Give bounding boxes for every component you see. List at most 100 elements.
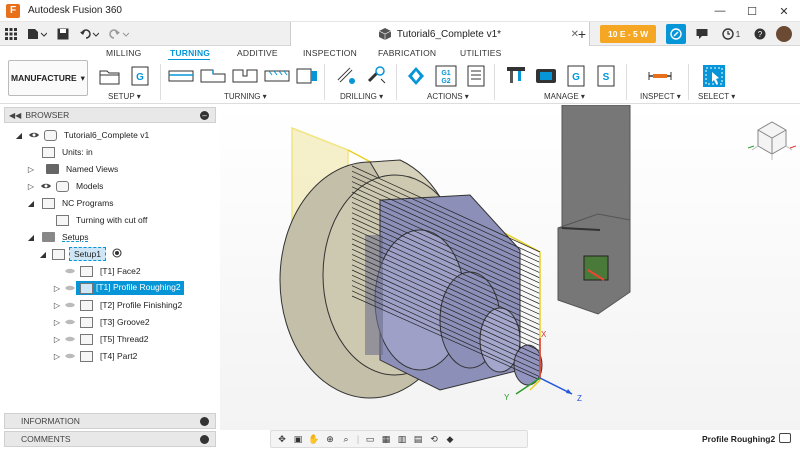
information-panel[interactable]: INFORMATION: [4, 413, 216, 429]
fit-icon[interactable]: ⌕: [339, 432, 353, 446]
turning-groove-icon[interactable]: [230, 64, 260, 88]
document-tab[interactable]: Tutorial6_Complete v1* ✕: [290, 22, 590, 46]
tab-additive[interactable]: ADDITIVE: [237, 48, 278, 58]
expanded-triangle-icon[interactable]: ◢: [14, 131, 24, 140]
user-avatar[interactable]: [776, 26, 792, 42]
minimize-button[interactable]: —: [704, 0, 736, 22]
collapsed-triangle-icon[interactable]: ▷: [26, 182, 36, 191]
file-menu-icon[interactable]: [22, 23, 52, 45]
tree-item-nc-programs[interactable]: ◢ NC Programs: [26, 195, 116, 211]
machine-library-icon[interactable]: [534, 64, 558, 88]
expanded-triangle-icon[interactable]: ◢: [26, 233, 36, 242]
simulate-icon[interactable]: [404, 64, 428, 88]
turning-face-icon[interactable]: [166, 64, 196, 88]
browser-collapse-icon[interactable]: ◀◀: [9, 111, 21, 120]
undo-icon[interactable]: [74, 23, 104, 45]
pan-hand-icon[interactable]: ✋: [307, 432, 321, 446]
visual-style-icon[interactable]: ◆: [443, 432, 457, 446]
help-icon[interactable]: ?: [750, 24, 770, 44]
maximize-button[interactable]: ☐: [736, 0, 768, 22]
setup-group-label[interactable]: SETUP ▾: [108, 92, 141, 101]
collapsed-triangle-icon[interactable]: ▷: [26, 165, 36, 174]
expanded-triangle-icon[interactable]: ◢: [26, 199, 36, 208]
tree-item-op-groove[interactable]: ▷ [T3] Groove2: [52, 314, 153, 330]
tool-library-icon[interactable]: [504, 64, 528, 88]
collapsed-triangle-icon[interactable]: ▷: [52, 301, 62, 310]
tab-inspection[interactable]: INSPECTION: [303, 48, 357, 58]
visibility-eye-icon[interactable]: [28, 131, 40, 139]
collapsed-triangle-icon[interactable]: ▷: [52, 284, 62, 293]
new-tab-button[interactable]: +: [572, 24, 592, 44]
activate-radio-icon[interactable]: [112, 248, 122, 260]
3d-viewport[interactable]: [220, 105, 800, 430]
tree-item-setups[interactable]: ◢ Setups: [26, 229, 91, 245]
tab-fabrication[interactable]: FABRICATION: [378, 48, 436, 58]
turning-part-icon[interactable]: [294, 64, 320, 88]
drilling-group-label[interactable]: DRILLING ▾: [340, 92, 383, 101]
turning-group-label[interactable]: TURNING ▾: [224, 92, 267, 101]
select-group-label[interactable]: SELECT ▾: [698, 92, 735, 101]
grid-settings-icon[interactable]: ▦: [379, 432, 393, 446]
view-cube[interactable]: [748, 118, 796, 162]
tab-utilities[interactable]: UTILITIES: [460, 48, 501, 58]
close-window-button[interactable]: ✕: [768, 0, 800, 22]
tab-milling[interactable]: MILLING: [106, 48, 141, 58]
tool-holder[interactable]: [557, 105, 631, 315]
manage-group-label[interactable]: MANAGE ▾: [544, 92, 585, 101]
browser-header[interactable]: ◀◀ BROWSER –: [4, 107, 216, 123]
post-library-icon[interactable]: G: [564, 64, 588, 88]
tree-item-units[interactable]: Units: in: [38, 144, 96, 160]
tree-root[interactable]: ◢ Tutorial6_Complete v1: [14, 127, 152, 143]
tree-item-setup1[interactable]: ◢ Setup1: [38, 246, 122, 262]
select-icon[interactable]: [702, 64, 726, 88]
tree-item-op-profile-finishing[interactable]: ▷ [T2] Profile Finishing2: [52, 297, 185, 313]
expanded-triangle-icon[interactable]: ◢: [38, 250, 48, 259]
tree-item-op-thread[interactable]: ▷ [T5] Thread2: [52, 331, 152, 347]
comments-icon[interactable]: [692, 24, 712, 44]
visibility-eye-icon[interactable]: [64, 284, 76, 292]
turning-profile-icon[interactable]: [198, 64, 228, 88]
orbit-icon[interactable]: ✥: [275, 432, 289, 446]
data-panel-icon[interactable]: [666, 24, 686, 44]
comments-panel[interactable]: COMMENTS: [4, 431, 216, 447]
setup-g-icon[interactable]: G: [128, 64, 152, 88]
collapsed-triangle-icon[interactable]: ▷: [52, 318, 62, 327]
drill-icon[interactable]: [334, 64, 358, 88]
tree-item-nc-program[interactable]: Turning with cut off: [52, 212, 150, 228]
visibility-eye-icon[interactable]: [64, 301, 76, 309]
collapsed-triangle-icon[interactable]: ▷: [52, 335, 62, 344]
visibility-eye-icon[interactable]: [64, 267, 76, 275]
measure-icon[interactable]: [646, 64, 674, 88]
workspace-switcher[interactable]: MANUFACTURE ▾: [8, 60, 88, 96]
collapse-panel-icon[interactable]: –: [200, 111, 209, 120]
tree-item-named-views[interactable]: ▷ Named Views: [26, 161, 121, 177]
tree-item-op-profile-roughing[interactable]: ▷ [T1] Profile Roughing2: [52, 280, 184, 296]
app-grid-icon[interactable]: [0, 23, 22, 45]
zoom-icon[interactable]: ⊕: [323, 432, 337, 446]
setup-sheet-icon[interactable]: [464, 64, 488, 88]
save-icon[interactable]: [52, 23, 74, 45]
section-analysis-icon[interactable]: ▤: [411, 432, 425, 446]
refresh-icon[interactable]: ⟲: [427, 432, 441, 446]
turning-thread-icon[interactable]: [262, 64, 292, 88]
collapsed-triangle-icon[interactable]: ▷: [52, 352, 62, 361]
visibility-eye-icon[interactable]: [64, 318, 76, 326]
post-process-icon[interactable]: G1 G2: [434, 64, 458, 88]
display-settings-icon[interactable]: ▭: [363, 432, 377, 446]
tab-turning[interactable]: TURNING: [170, 48, 210, 58]
visibility-eye-icon[interactable]: [64, 352, 76, 360]
visibility-eye-icon[interactable]: [40, 182, 52, 190]
expand-information-icon[interactable]: [200, 417, 209, 426]
template-library-icon[interactable]: S: [594, 64, 618, 88]
hole-recognition-icon[interactable]: [364, 64, 388, 88]
look-at-icon[interactable]: ▣: [291, 432, 305, 446]
redo-icon[interactable]: [104, 23, 134, 45]
tree-item-op-face[interactable]: [T1] Face2: [52, 263, 144, 279]
visibility-eye-icon[interactable]: [64, 335, 76, 343]
expand-comments-icon[interactable]: [200, 435, 209, 444]
open-folder-icon[interactable]: [98, 64, 122, 88]
tree-item-models[interactable]: ▷ Models: [26, 178, 106, 194]
viewports-icon[interactable]: ▥: [395, 432, 409, 446]
job-clock-icon[interactable]: 1: [718, 24, 744, 44]
actions-group-label[interactable]: ACTIONS ▾: [427, 92, 469, 101]
